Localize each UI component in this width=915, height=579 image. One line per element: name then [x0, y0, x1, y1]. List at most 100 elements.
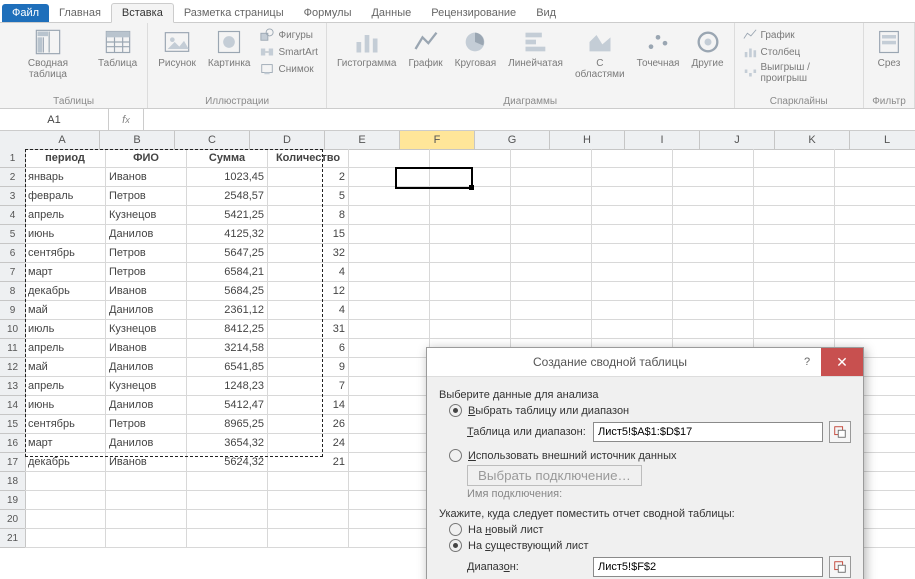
- cell[interactable]: Петров: [106, 187, 187, 206]
- cell[interactable]: декабрь: [25, 282, 106, 301]
- cell[interactable]: [349, 453, 430, 472]
- cell[interactable]: [349, 491, 430, 510]
- cell[interactable]: [673, 282, 754, 301]
- cell[interactable]: [754, 206, 835, 225]
- cell[interactable]: Иванов: [106, 453, 187, 472]
- row-header-2[interactable]: 2: [0, 168, 26, 187]
- cell[interactable]: 3214,58: [187, 339, 268, 358]
- col-header-J[interactable]: J: [700, 131, 775, 150]
- screenshot-button[interactable]: Снимок: [258, 61, 319, 77]
- cell[interactable]: [349, 415, 430, 434]
- cell[interactable]: [25, 491, 106, 510]
- help-button[interactable]: ?: [793, 348, 821, 376]
- cell[interactable]: [835, 206, 915, 225]
- cell[interactable]: [349, 396, 430, 415]
- cell[interactable]: июль: [25, 320, 106, 339]
- cell[interactable]: [349, 377, 430, 396]
- cell[interactable]: [25, 529, 106, 548]
- cell[interactable]: 3654,32: [187, 434, 268, 453]
- radio-select-range[interactable]: Выбрать таблицу или диапазон: [449, 404, 851, 417]
- cell[interactable]: Петров: [106, 244, 187, 263]
- cell[interactable]: [349, 244, 430, 263]
- cell[interactable]: 6584,21: [187, 263, 268, 282]
- cell[interactable]: Кузнецов: [106, 320, 187, 339]
- cell[interactable]: [349, 282, 430, 301]
- cell[interactable]: [511, 320, 592, 339]
- row-header-8[interactable]: 8: [0, 282, 26, 301]
- cell[interactable]: 26: [268, 415, 349, 434]
- cell[interactable]: [349, 149, 430, 168]
- cell[interactable]: Петров: [106, 415, 187, 434]
- range-input[interactable]: [593, 422, 823, 442]
- cell[interactable]: [754, 244, 835, 263]
- picture-button[interactable]: Рисунок: [154, 25, 200, 72]
- cell[interactable]: [430, 187, 511, 206]
- cell[interactable]: [592, 282, 673, 301]
- row-header-20[interactable]: 20: [0, 510, 26, 529]
- cell[interactable]: [25, 510, 106, 529]
- cell[interactable]: [835, 168, 915, 187]
- tab-file[interactable]: Файл: [2, 4, 49, 22]
- cell[interactable]: 21: [268, 453, 349, 472]
- cell[interactable]: 5: [268, 187, 349, 206]
- cell[interactable]: [349, 510, 430, 529]
- cell[interactable]: [592, 168, 673, 187]
- tab-6[interactable]: Вид: [526, 4, 566, 22]
- cell[interactable]: [106, 472, 187, 491]
- cell[interactable]: Сумма: [187, 149, 268, 168]
- cell[interactable]: [673, 225, 754, 244]
- cell[interactable]: [430, 225, 511, 244]
- cell[interactable]: 32: [268, 244, 349, 263]
- cell[interactable]: [430, 301, 511, 320]
- row-header-12[interactable]: 12: [0, 358, 26, 377]
- cell[interactable]: [349, 168, 430, 187]
- col-header-F[interactable]: F: [400, 131, 475, 150]
- tab-2[interactable]: Разметка страницы: [174, 4, 294, 22]
- cell[interactable]: сентябрь: [25, 244, 106, 263]
- cell[interactable]: [835, 301, 915, 320]
- fx-icon[interactable]: fx: [109, 109, 144, 130]
- cell[interactable]: [187, 529, 268, 548]
- cell[interactable]: Данилов: [106, 225, 187, 244]
- location-ref-button[interactable]: [829, 556, 851, 578]
- cell[interactable]: май: [25, 301, 106, 320]
- cell[interactable]: апрель: [25, 339, 106, 358]
- cell[interactable]: [835, 149, 915, 168]
- name-box[interactable]: A1: [0, 109, 109, 130]
- cell[interactable]: [673, 168, 754, 187]
- row-header-6[interactable]: 6: [0, 244, 26, 263]
- cell[interactable]: [835, 263, 915, 282]
- col-header-B[interactable]: B: [100, 131, 175, 150]
- chart-bar-button[interactable]: Линейчатая: [504, 25, 567, 72]
- cell[interactable]: [268, 529, 349, 548]
- cell[interactable]: 2548,57: [187, 187, 268, 206]
- cell[interactable]: [835, 282, 915, 301]
- cell[interactable]: 8412,25: [187, 320, 268, 339]
- cell[interactable]: июнь: [25, 225, 106, 244]
- cell[interactable]: [673, 149, 754, 168]
- cell[interactable]: [592, 263, 673, 282]
- close-button[interactable]: ✕: [821, 348, 863, 376]
- cell[interactable]: [835, 187, 915, 206]
- cell[interactable]: [268, 510, 349, 529]
- cell[interactable]: [673, 187, 754, 206]
- cell[interactable]: [754, 282, 835, 301]
- cell[interactable]: [754, 149, 835, 168]
- tab-5[interactable]: Рецензирование: [421, 4, 526, 22]
- cell[interactable]: [187, 491, 268, 510]
- cell[interactable]: [511, 225, 592, 244]
- cell[interactable]: [349, 472, 430, 491]
- pivot-table-button[interactable]: Сводная таблица: [6, 25, 90, 82]
- cell[interactable]: Данилов: [106, 396, 187, 415]
- row-header-11[interactable]: 11: [0, 339, 26, 358]
- cell[interactable]: [349, 187, 430, 206]
- cell[interactable]: 15: [268, 225, 349, 244]
- cell[interactable]: 2361,12: [187, 301, 268, 320]
- col-header-C[interactable]: C: [175, 131, 250, 150]
- cell[interactable]: [673, 263, 754, 282]
- row-header-17[interactable]: 17: [0, 453, 26, 472]
- radio-external[interactable]: Использовать внешний источник данных: [449, 449, 851, 462]
- cell[interactable]: [754, 320, 835, 339]
- cell[interactable]: [268, 472, 349, 491]
- row-header-16[interactable]: 16: [0, 434, 26, 453]
